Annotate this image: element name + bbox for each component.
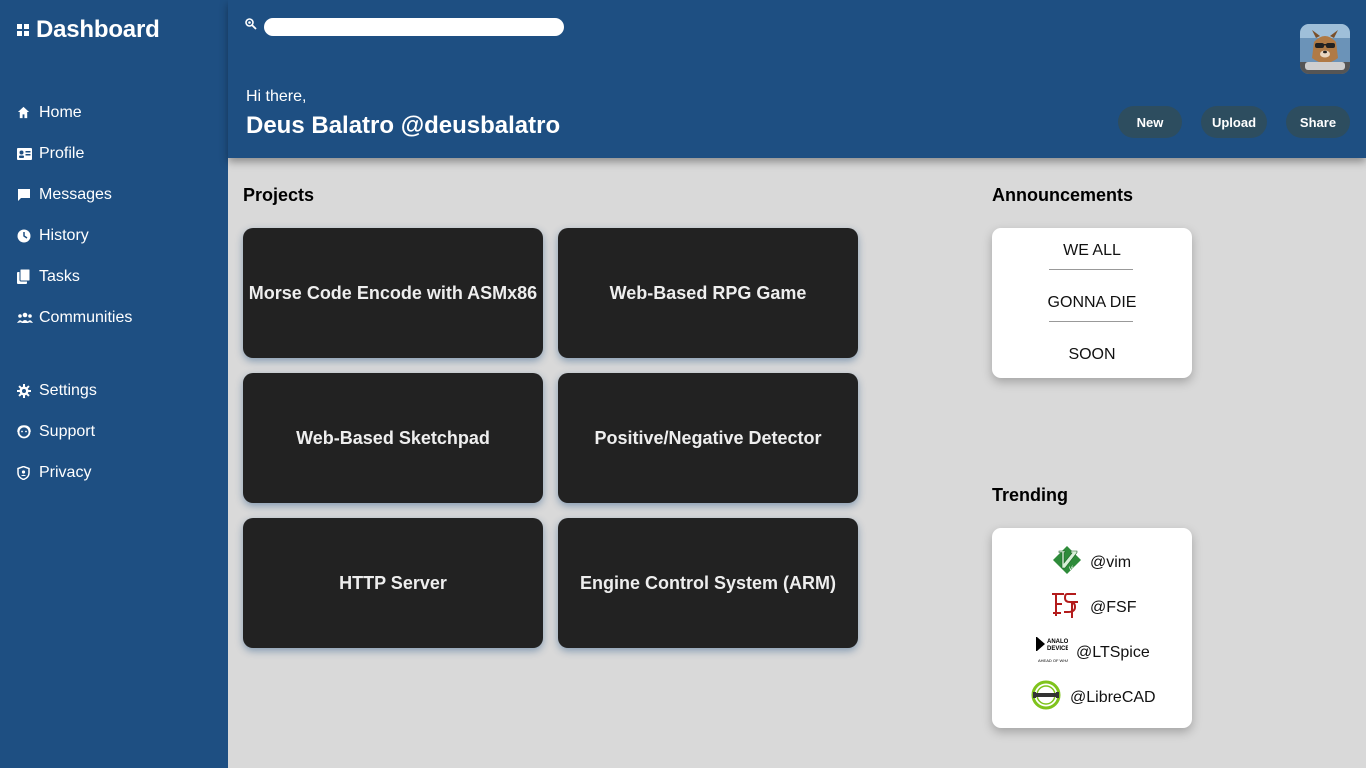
search-icon xyxy=(245,17,257,35)
clock-icon xyxy=(17,229,39,243)
svg-text:ANALOG: ANALOG xyxy=(1047,639,1068,645)
search-input[interactable] xyxy=(264,18,564,36)
sidebar-item-label: Settings xyxy=(39,381,97,399)
sidebar-item-label: Communities xyxy=(39,308,133,326)
announcement-line: WE ALL xyxy=(1063,242,1121,259)
app-title: Dashboard xyxy=(36,16,160,43)
sidebar-item-label: Privacy xyxy=(39,463,92,481)
project-card-title: HTTP Server xyxy=(339,572,447,593)
shield-icon xyxy=(17,465,39,480)
divider xyxy=(1049,321,1133,322)
brand[interactable]: Dashboard xyxy=(17,16,160,44)
projects-heading: Projects xyxy=(243,185,315,205)
sidebar-item-communities[interactable]: Communities xyxy=(17,297,132,338)
chat-icon xyxy=(17,188,39,202)
sidebar-item-profile[interactable]: Profile xyxy=(17,133,132,174)
greeting: Hi there, xyxy=(246,88,307,105)
trending-heading: Trending xyxy=(992,485,1068,505)
sidebar-item-history[interactable]: History xyxy=(17,215,132,256)
project-card-title: Morse Code Encode with ASMx86 xyxy=(248,282,538,303)
announcement-line: GONNA DIE xyxy=(1047,294,1137,311)
support-icon xyxy=(17,424,39,439)
announcements-heading: Announcements xyxy=(992,185,1134,205)
svg-text:AHEAD OF WHAT'S POSSIBLE: AHEAD OF WHAT'S POSSIBLE xyxy=(1038,658,1068,663)
sidebar-item-label: Support xyxy=(39,422,96,440)
gear-icon xyxy=(17,383,39,398)
sidebar-item-messages[interactable]: Messages xyxy=(17,174,132,215)
sidebar-item-label: Tasks xyxy=(39,267,80,285)
trending-handle: @LTSpice xyxy=(1076,643,1150,661)
sidebar-item-label: History xyxy=(39,226,89,244)
project-card[interactable]: Engine Control System (ARM) xyxy=(558,518,858,648)
avatar[interactable] xyxy=(1300,24,1350,74)
user-name: Deus Balatro @deusbalatro xyxy=(246,112,561,139)
fsf-logo-icon xyxy=(1050,590,1082,625)
analog-devices-logo-icon: ANALOGDEVICES AHEAD OF WHAT'S POSSIBLE xyxy=(1036,635,1096,670)
sidebar-nav-main: Home Profile Messages History Tasks Comm… xyxy=(17,92,132,338)
sidebar-item-label: Messages xyxy=(39,185,112,203)
announcements-card: WE ALL GONNA DIE SOON xyxy=(992,228,1192,378)
sidebar-nav-secondary: Settings Support Privacy xyxy=(17,370,97,493)
people-icon xyxy=(17,312,39,323)
trending-item-vim[interactable]: vim @vim xyxy=(1052,545,1131,580)
trending-item-fsf[interactable]: @FSF xyxy=(1050,590,1136,625)
svg-text:DEVICES: DEVICES xyxy=(1047,646,1068,652)
trending-handle: @LibreCAD xyxy=(1070,688,1156,706)
trending-card: vim @vim @FSF ANALOGDEVICES AHEAD OF WHAT… xyxy=(992,528,1192,728)
header: Hi there, Deus Balatro @deusbalatro New … xyxy=(228,0,1366,158)
sidebar-item-support[interactable]: Support xyxy=(17,411,97,452)
svg-text:vim: vim xyxy=(1069,566,1078,572)
trending-handle: @FSF xyxy=(1090,598,1137,616)
sidebar: Dashboard Home Profile Messages History … xyxy=(0,0,228,768)
home-icon xyxy=(17,106,39,119)
project-card[interactable]: Web-Based RPG Game xyxy=(558,228,858,358)
sidebar-item-home[interactable]: Home xyxy=(17,92,132,133)
trending-item-librecad[interactable]: @LibreCAD xyxy=(1030,680,1156,715)
sidebar-item-label: Home xyxy=(39,103,82,121)
dashboard-icon xyxy=(17,23,30,37)
project-card[interactable]: HTTP Server xyxy=(243,518,543,648)
librecad-logo-icon xyxy=(1030,680,1062,715)
copy-icon xyxy=(17,269,39,284)
project-card-title: Web-Based RPG Game xyxy=(609,282,807,303)
share-button[interactable]: Share xyxy=(1286,106,1350,138)
project-card[interactable]: Positive/Negative Detector xyxy=(558,373,858,503)
trending-handle: @vim xyxy=(1090,553,1132,571)
sidebar-item-settings[interactable]: Settings xyxy=(17,370,97,411)
vim-logo-icon: vim xyxy=(1052,545,1082,580)
project-card-title: Web-Based Sketchpad xyxy=(296,427,490,448)
project-card[interactable]: Morse Code Encode with ASMx86 xyxy=(243,228,543,358)
sidebar-item-label: Profile xyxy=(39,144,85,162)
trending-item-ltspice[interactable]: ANALOGDEVICES AHEAD OF WHAT'S POSSIBLE @L… xyxy=(1036,635,1150,670)
sidebar-item-tasks[interactable]: Tasks xyxy=(17,256,132,297)
project-card-title: Positive/Negative Detector xyxy=(594,427,822,448)
project-card[interactable]: Web-Based Sketchpad xyxy=(243,373,543,503)
upload-button[interactable]: Upload xyxy=(1201,106,1267,138)
divider xyxy=(1049,269,1133,270)
new-button[interactable]: New xyxy=(1118,106,1182,138)
sidebar-item-privacy[interactable]: Privacy xyxy=(17,452,97,493)
id-card-icon xyxy=(17,147,39,160)
announcement-line: SOON xyxy=(1068,346,1116,363)
project-card-title: Engine Control System (ARM) xyxy=(579,572,836,593)
